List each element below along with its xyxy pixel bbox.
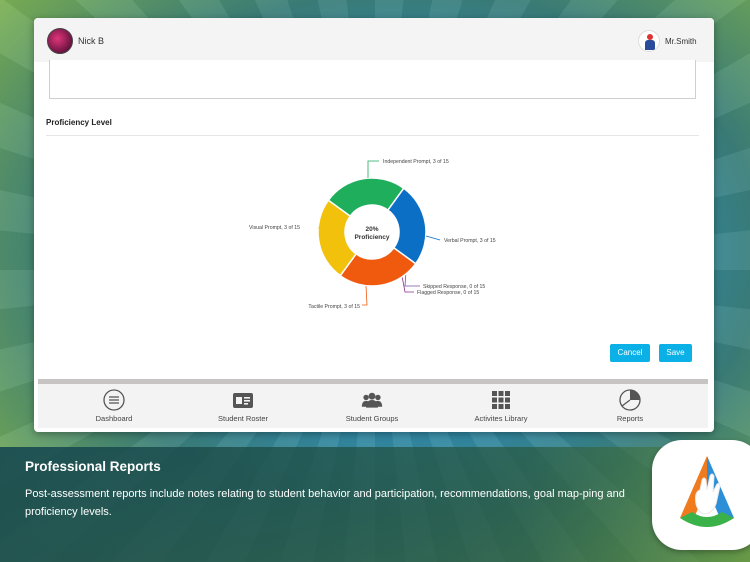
tab-student-roster[interactable]: Student Roster [183,384,303,428]
app-logo [652,440,750,550]
chart-label-leader [404,271,420,287]
chart-center-label: Proficiency [354,234,389,241]
footer-title: Professional Reports [25,459,161,474]
cancel-button[interactable]: Cancel [610,344,650,362]
chart-label-leader [425,235,441,241]
grid-icon [492,391,510,409]
menu-icon [103,389,125,411]
chart-slice-label: Verbal Prompt, 3 of 15 [444,238,496,244]
group-icon [361,392,383,408]
footer-description: Post-assessment reports include notes re… [25,488,625,518]
tab-dashboard[interactable]: Dashboard [54,384,174,428]
proficiency-chart: Independent Prompt, 3 of 15 Verbal Prompt… [34,18,714,432]
tab-label: Dashboard [95,414,133,423]
bottom-tab-bar: Dashboard Student Roster Student Groups [38,384,708,428]
chart-label-leader [362,285,368,306]
chart-label-leader [401,275,414,293]
save-button[interactable]: Save [659,344,692,362]
chart-slice-label: Visual Prompt, 3 of 15 [249,225,300,231]
chart-label-leader [367,160,379,178]
tab-label: Reports [616,414,644,423]
chart-slice-label: Tactile Prompt, 3 of 15 [308,304,360,310]
hand-logo-icon [680,456,734,527]
tab-student-groups[interactable]: Student Groups [312,384,432,428]
tab-activites-library[interactable]: Activites Library [441,384,561,428]
tab-label: Activites Library [474,414,528,423]
tab-reports[interactable]: Reports [570,384,690,428]
chart-center-value: 20% [365,226,378,233]
tab-label: Student Groups [345,414,399,423]
id-card-icon [233,393,253,408]
proficiency-donut-chart: Independent Prompt, 3 of 15 Verbal Prompt… [249,159,496,310]
chart-slice-label: Flagged Response, 0 of 15 [417,290,479,296]
pie-chart-icon [619,389,641,411]
tab-label: Student Roster [217,414,269,423]
chart-slice-label: Independent Prompt, 3 of 15 [383,159,449,165]
report-card: Nick B Mr.Smith Proficiency Level Indepe… [34,18,714,432]
